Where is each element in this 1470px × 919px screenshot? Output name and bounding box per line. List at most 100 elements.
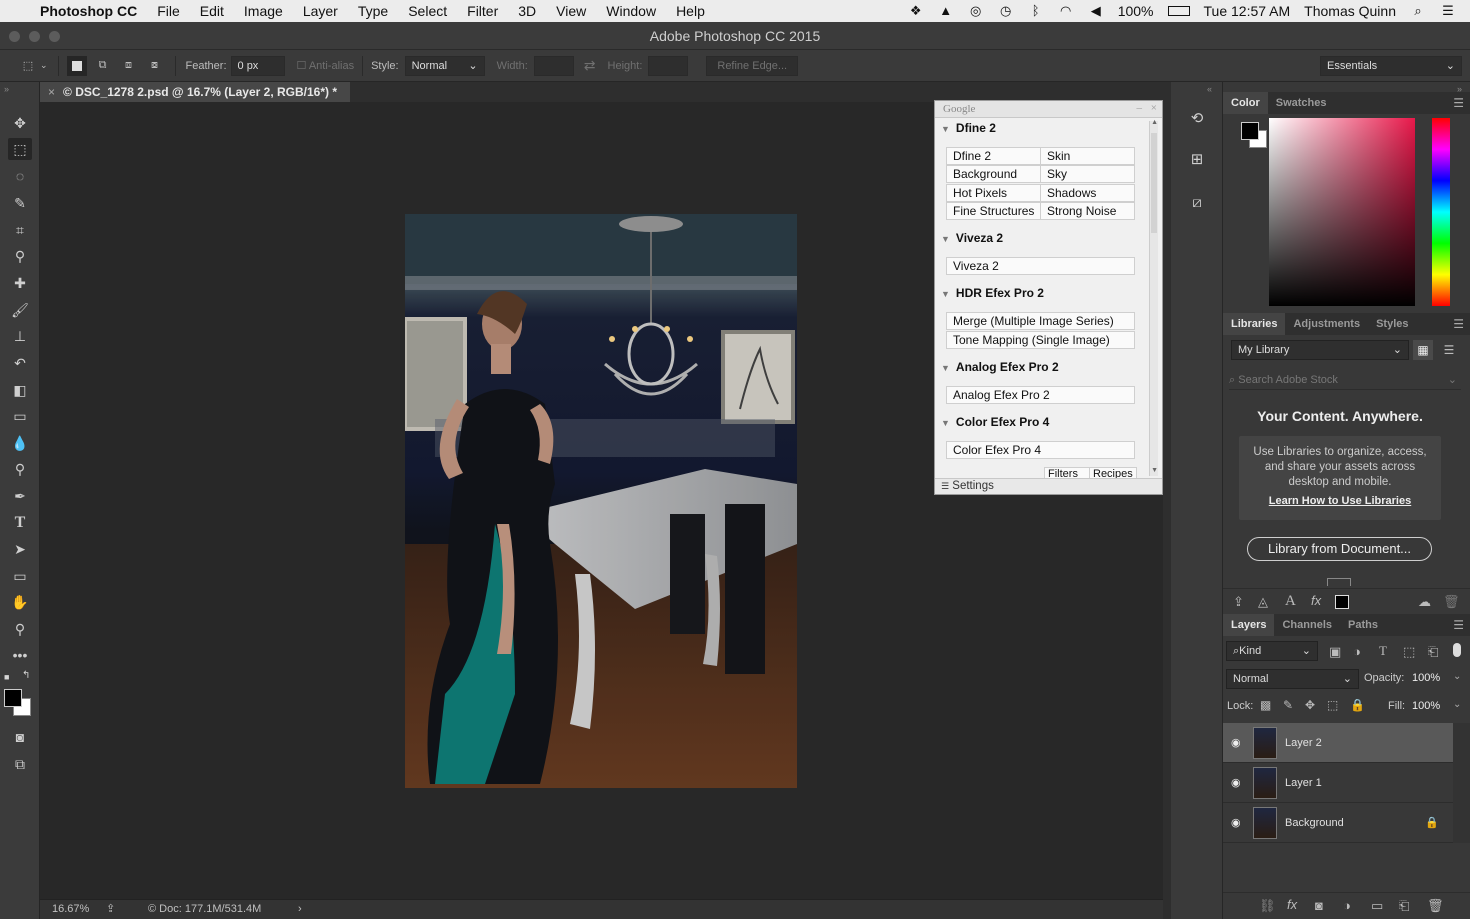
collapse-tools-icon[interactable]: » — [4, 84, 9, 94]
swap-colors-icon[interactable]: ↰ — [22, 670, 30, 681]
new-selection-icon[interactable] — [66, 55, 87, 76]
style-select[interactable]: Normal ⌄ — [404, 55, 485, 76]
filter-shape-layers-icon[interactable]: ⬚ — [1403, 644, 1415, 660]
scroll-up-icon[interactable]: ▲ — [1151, 119, 1158, 126]
library-select[interactable]: My Library ⌄ — [1231, 340, 1409, 360]
history-panel-icon[interactable]: ⟲ — [1185, 106, 1209, 130]
preset-chevron-down-icon[interactable]: ⌄ — [40, 60, 48, 71]
zoom-window-icon[interactable] — [49, 31, 60, 42]
workspace-select[interactable]: Essentials ⌄ — [1320, 55, 1462, 76]
library-from-document-button[interactable]: Library from Document... — [1247, 537, 1432, 561]
lock-image-icon[interactable]: ✎ — [1283, 698, 1293, 712]
add-character-style-icon[interactable]: A — [1285, 593, 1296, 610]
upload-icon[interactable]: ⇪ — [1233, 594, 1244, 610]
section-analog-efex[interactable]: ▼ Analog Efex Pro 2 — [941, 360, 1141, 374]
hue-slider[interactable] — [1432, 118, 1450, 306]
panel-minimize-icon[interactable]: – — [1137, 100, 1143, 116]
path-selection-tool-icon[interactable]: ➤ — [8, 538, 32, 560]
fill-input[interactable]: 100% — [1412, 700, 1440, 712]
add-graphic-icon[interactable]: ◬ — [1258, 594, 1268, 610]
new-adjustment-layer-icon[interactable]: ◑ — [1343, 898, 1351, 913]
menubar-user[interactable]: Thomas Quinn — [1304, 3, 1396, 19]
layer-row-layer-1[interactable]: ◉ Layer 1 — [1223, 763, 1453, 803]
menu-help[interactable]: Help — [666, 3, 715, 19]
tab-channels[interactable]: Channels — [1274, 614, 1340, 636]
panel-close-icon[interactable]: × — [1151, 100, 1157, 116]
menu-filter[interactable]: Filter — [457, 3, 508, 19]
wifi-icon[interactable]: ◠ — [1058, 4, 1074, 18]
filter-toggle-switch[interactable] — [1453, 643, 1461, 657]
document-photo[interactable] — [405, 214, 797, 788]
fill-chevron-icon[interactable]: ⌄ — [1453, 699, 1461, 710]
rectangular-marquee-tool-icon[interactable]: ⬚ — [8, 138, 32, 160]
close-document-icon[interactable]: × — [48, 85, 55, 99]
refine-edge-button[interactable]: Refine Edge... — [706, 55, 799, 76]
app-menu[interactable]: Photoshop CC — [30, 3, 147, 19]
tab-paths[interactable]: Paths — [1340, 614, 1386, 636]
filter-color-efex[interactable]: Color Efex Pro 4 — [946, 441, 1135, 459]
tab-swatches[interactable]: Swatches — [1268, 92, 1335, 114]
width-input[interactable] — [533, 55, 574, 76]
creative-cloud-icon[interactable]: ◎ — [968, 4, 984, 18]
section-color-efex[interactable]: ▼ Color Efex Pro 4 — [941, 415, 1141, 429]
add-color-swatch[interactable] — [1335, 595, 1349, 609]
dock-splitter[interactable] — [1163, 82, 1171, 919]
eyedropper-tool-icon[interactable]: ⚲ — [8, 245, 32, 267]
section-hdr-efex[interactable]: ▼ HDR Efex Pro 2 — [941, 286, 1141, 300]
google-panel-scrollbar[interactable] — [1149, 121, 1158, 476]
tab-adjustments[interactable]: Adjustments — [1285, 313, 1368, 335]
layer-name[interactable]: Layer 1 — [1285, 777, 1322, 789]
layer-style-fx-icon[interactable]: fx — [1287, 897, 1297, 912]
default-colors-icon[interactable]: ■ — [4, 672, 9, 682]
learn-libraries-link[interactable]: Learn How to Use Libraries — [1239, 495, 1441, 507]
filter-sky[interactable]: Sky — [1040, 165, 1135, 183]
hand-tool-icon[interactable]: ✋ — [8, 591, 32, 613]
subtract-selection-icon[interactable]: ⧈ — [119, 56, 139, 76]
sync-icon[interactable]: ☁ — [1418, 594, 1431, 610]
menu-file[interactable]: File — [147, 3, 190, 19]
google-panel-header[interactable]: Google – × — [935, 101, 1162, 118]
layer-row-background[interactable]: ◉ Background 🔒 — [1223, 803, 1453, 843]
history-brush-tool-icon[interactable]: ↶ — [8, 352, 32, 374]
opacity-input[interactable]: 100% — [1412, 672, 1440, 684]
new-group-icon[interactable]: ▭ — [1371, 898, 1383, 914]
filter-adjustment-layers-icon[interactable]: ◑ — [1353, 644, 1361, 659]
color-field[interactable] — [1269, 118, 1415, 306]
close-window-icon[interactable] — [9, 31, 20, 42]
status-export-icon[interactable]: ⇪ — [106, 900, 115, 918]
tab-styles[interactable]: Styles — [1368, 313, 1416, 335]
brush-tool-icon[interactable]: 🖌 — [8, 299, 32, 321]
new-layer-icon[interactable]: ⎗ — [1399, 898, 1409, 914]
intersect-selection-icon[interactable]: ⧇ — [145, 56, 165, 76]
filter-smart-objects-icon[interactable]: ⎗ — [1428, 644, 1438, 660]
filter-pixel-layers-icon[interactable]: ▣ — [1329, 644, 1341, 660]
quick-mask-icon[interactable]: ◙ — [8, 726, 32, 748]
libraries-panel-menu-icon[interactable]: ☰ — [1453, 317, 1464, 331]
filter-shadows[interactable]: Shadows — [1040, 184, 1135, 202]
menu-layer[interactable]: Layer — [293, 3, 348, 19]
crop-tool-icon[interactable]: ⌗ — [8, 219, 32, 241]
menubar-clock[interactable]: Tue 12:57 AM — [1204, 3, 1291, 19]
layer-row-layer-2[interactable]: ◉ Layer 2 — [1223, 723, 1453, 763]
spotlight-search-icon[interactable]: ⌕ — [1410, 4, 1426, 18]
menu-view[interactable]: View — [546, 3, 596, 19]
layers-panel-menu-icon[interactable]: ☰ — [1453, 618, 1464, 632]
filter-strong-noise[interactable]: Strong Noise — [1040, 202, 1135, 220]
color-panel-menu-icon[interactable]: ☰ — [1453, 96, 1464, 110]
type-tool-icon[interactable]: T — [8, 512, 32, 534]
marquee-preset-icon[interactable]: ⬚ — [18, 56, 38, 76]
time-machine-icon[interactable]: ◷ — [998, 4, 1014, 18]
add-mask-icon[interactable]: ◙ — [1315, 898, 1323, 913]
opacity-chevron-icon[interactable]: ⌄ — [1453, 671, 1461, 682]
dodge-tool-icon[interactable]: ⚲ — [8, 458, 32, 480]
libraries-trash-icon[interactable]: 🗑 — [1443, 594, 1460, 610]
zoom-level[interactable]: 16.67% — [52, 900, 89, 918]
tab-layers[interactable]: Layers — [1223, 614, 1275, 636]
properties-panel-icon[interactable]: ⊞ — [1185, 147, 1209, 171]
grid-view-icon[interactable]: ▦ — [1413, 340, 1433, 360]
stock-search-field[interactable]: ⌕ Search Adobe Stock ⌄ — [1229, 370, 1461, 390]
edit-toolbar-icon[interactable]: ••• — [8, 644, 32, 666]
blend-mode-select[interactable]: Normal ⌄ — [1226, 669, 1359, 689]
menu-type[interactable]: Type — [348, 3, 398, 19]
swap-width-height-icon[interactable]: ⇄ — [584, 57, 596, 74]
